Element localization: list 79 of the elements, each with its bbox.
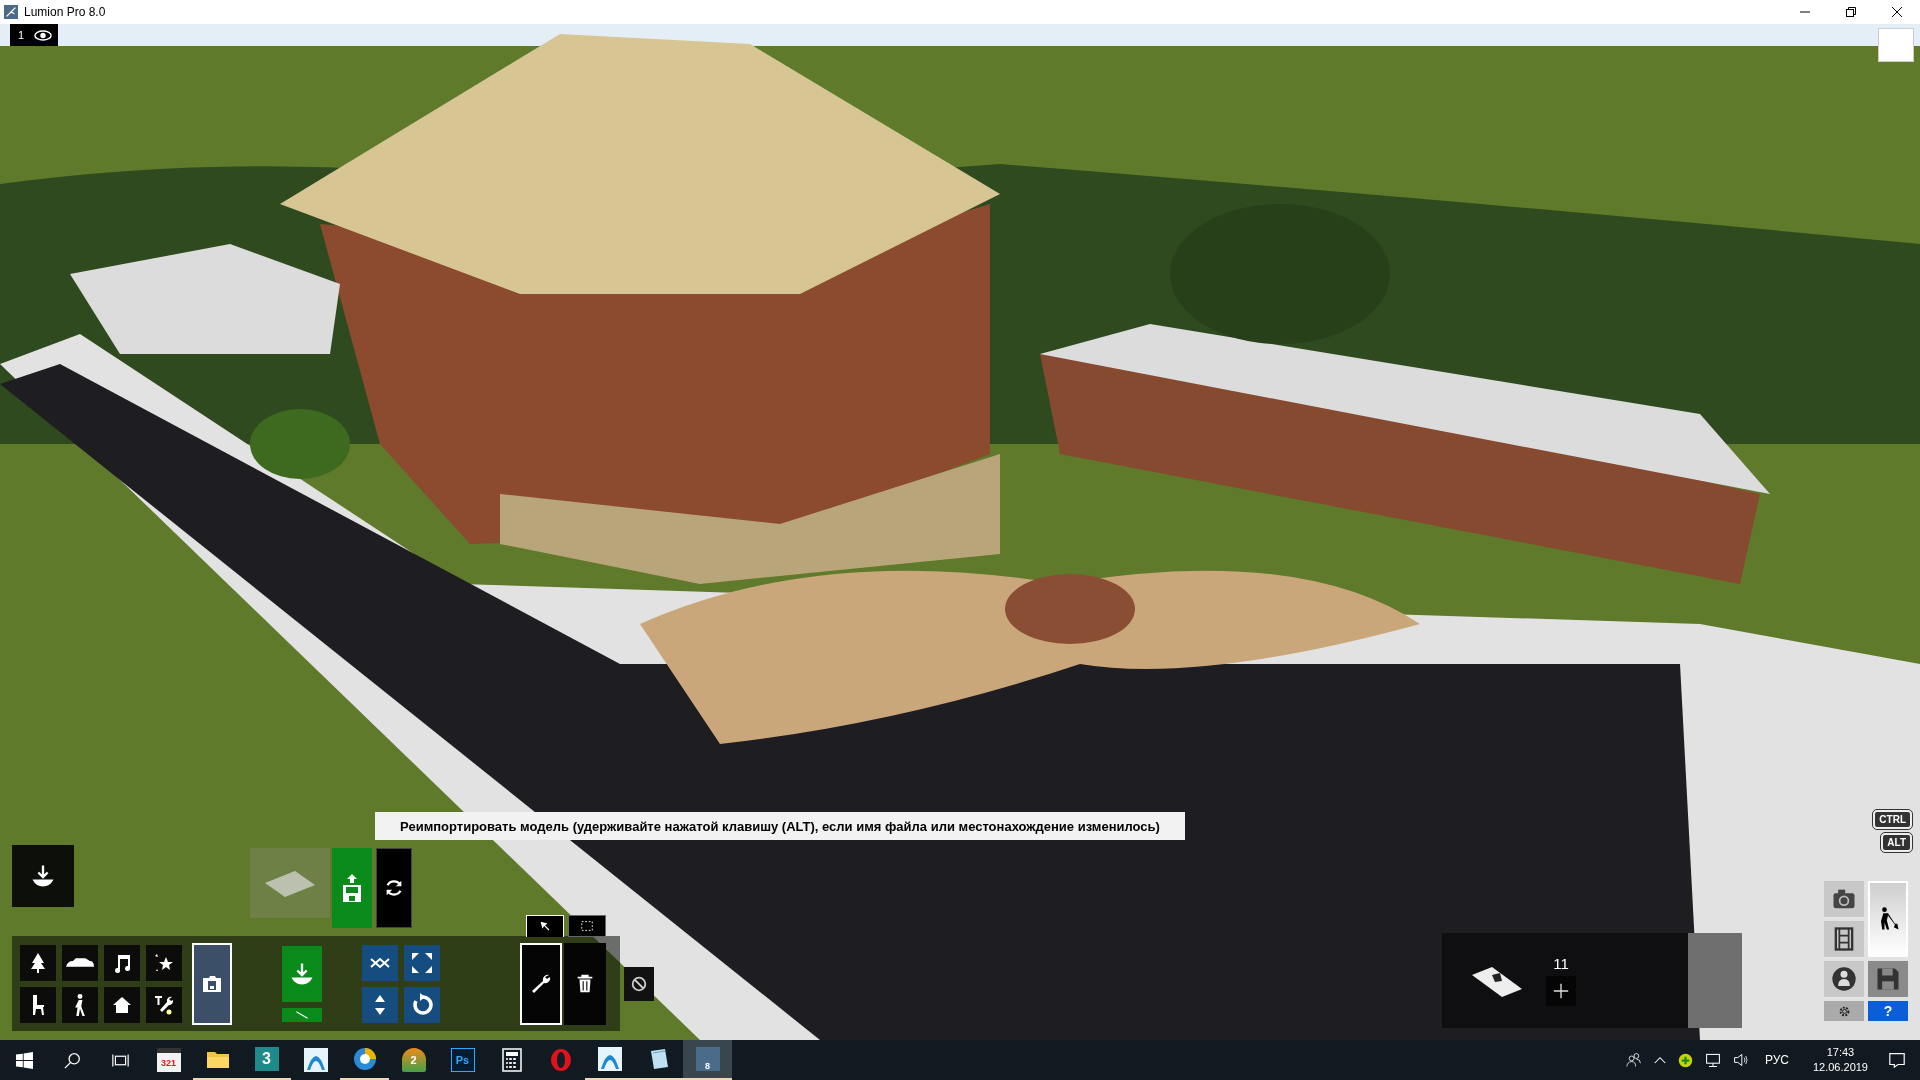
category-button[interactable] — [146, 944, 182, 981]
volume-icon — [1732, 1052, 1749, 1068]
taskbar-app[interactable]: 8 — [683, 1040, 732, 1080]
category-button[interactable] — [20, 944, 56, 981]
clapper-icon: 321 — [156, 1048, 181, 1072]
save-mode-button[interactable] — [1868, 961, 1908, 997]
taskbar-app[interactable]: Ps — [438, 1040, 487, 1080]
window-title: Lumion Pro 8.0 — [24, 5, 106, 19]
folder-icon — [205, 1049, 230, 1069]
category-button[interactable] — [20, 986, 56, 1023]
taskbar-app[interactable]: 2 — [389, 1040, 438, 1080]
pointer-icon — [538, 919, 552, 933]
model-count: 11 — [1553, 955, 1569, 972]
windows-icon — [15, 1051, 33, 1069]
opera-icon — [548, 1048, 573, 1072]
cancel-button[interactable] — [624, 966, 654, 1001]
delete-button[interactable] — [564, 942, 606, 1025]
clock-time: 17:43 — [1826, 1045, 1855, 1060]
language-indicator[interactable]: РУС — [1760, 1053, 1793, 1067]
edit-button[interactable] — [520, 942, 562, 1025]
add-button[interactable] — [1546, 976, 1576, 1006]
reimport-button[interactable] — [332, 848, 372, 928]
panorama-mode-button[interactable] — [1824, 961, 1864, 997]
tooltip: Реимпортировать модель (удерживайте нажатой клавишу (ALT), если имя файла или местонахождение изменилось) — [375, 812, 1185, 840]
fit-button[interactable] — [404, 944, 440, 981]
ban-icon — [630, 974, 648, 993]
build-mode-button[interactable] — [1868, 881, 1908, 957]
expand-icon — [410, 950, 434, 975]
clock-date: 12.06.2019 — [1812, 1060, 1868, 1075]
photo-mode-button[interactable] — [1824, 881, 1864, 917]
box-select-icon — [580, 918, 594, 933]
person-icon — [75, 993, 85, 1016]
category-button[interactable] — [104, 986, 140, 1023]
person-circle-icon — [1830, 965, 1858, 993]
plus-circle-icon — [1677, 1052, 1693, 1068]
settings-icon — [1837, 1004, 1851, 1018]
refresh-button[interactable] — [376, 848, 412, 928]
import-button[interactable] — [12, 845, 74, 907]
chevron-up-icon — [1653, 1056, 1666, 1064]
category-button[interactable] — [62, 944, 98, 981]
key-hint: ALT — [1881, 833, 1912, 852]
app-icon: Ps — [450, 1048, 475, 1072]
category-button[interactable] — [146, 986, 182, 1023]
network-icon — [1704, 1052, 1721, 1068]
arch-icon — [303, 1048, 328, 1072]
app-icon: 3 — [254, 1047, 279, 1071]
rotate-button[interactable] — [404, 986, 440, 1023]
taskbar-app[interactable]: 3 — [242, 1040, 291, 1080]
app-icon: 8 — [695, 1047, 720, 1071]
rotate-icon — [410, 992, 434, 1017]
notification-icon — [1888, 1051, 1906, 1069]
height-button[interactable] — [362, 986, 398, 1023]
arch-icon — [597, 1047, 622, 1071]
save-scene-button[interactable] — [192, 942, 232, 1025]
eye-icon — [34, 29, 53, 41]
settings-button[interactable] — [1824, 1001, 1864, 1021]
restore-icon — [1846, 7, 1856, 17]
help-button[interactable]: ? — [1868, 1001, 1908, 1021]
scale-button[interactable] — [362, 944, 398, 981]
browser-icon — [352, 1047, 377, 1071]
place-button[interactable] — [282, 945, 322, 1002]
plus-icon — [1552, 982, 1570, 1000]
key-hint: CTRL — [1873, 810, 1912, 829]
app-icon — [4, 5, 18, 19]
search-icon — [63, 1051, 81, 1069]
car-icon — [66, 958, 94, 967]
category-button[interactable] — [104, 944, 140, 981]
line-icon — [294, 1010, 310, 1019]
preview-window — [1878, 28, 1914, 62]
close-icon — [1892, 7, 1902, 17]
taskbar-app[interactable]: 321 — [144, 1040, 193, 1080]
mode-tab[interactable] — [568, 914, 606, 937]
movie-mode-button[interactable] — [1824, 921, 1864, 957]
calculator-icon — [501, 1048, 522, 1072]
view-toggle[interactable]: 1 — [10, 24, 59, 46]
map-icon: 2 — [401, 1048, 426, 1072]
save-upload-icon — [340, 873, 364, 903]
category-button[interactable] — [62, 986, 98, 1023]
people-icon — [1625, 1052, 1642, 1068]
